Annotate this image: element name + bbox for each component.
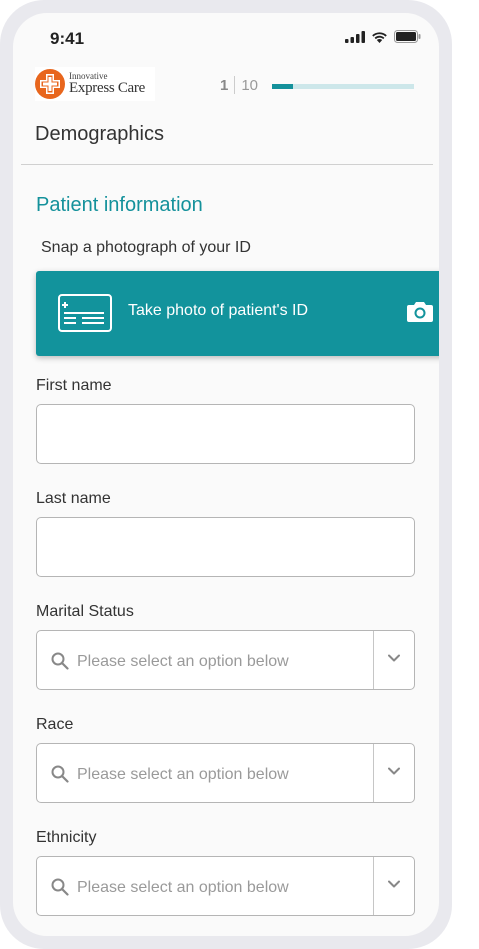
section-title: Patient information xyxy=(36,194,203,216)
first-name-label: First name xyxy=(36,377,112,394)
progress-bar-fill xyxy=(272,84,294,89)
ethnicity-select[interactable]: Please select an option below xyxy=(36,856,415,916)
camera-icon xyxy=(407,302,433,322)
select-divider xyxy=(373,631,374,689)
marital-status-placeholder: Please select an option below xyxy=(77,653,289,670)
header-divider xyxy=(21,164,433,165)
logo-bottom-text: Express Care xyxy=(69,80,145,96)
chevron-down-icon[interactable] xyxy=(388,654,400,662)
logo-cross-icon xyxy=(35,69,65,99)
progress-separator xyxy=(234,76,236,94)
id-card-icon xyxy=(58,294,112,332)
last-name-label: Last name xyxy=(36,490,111,507)
search-icon xyxy=(51,878,69,896)
race-placeholder: Please select an option below xyxy=(77,766,289,783)
status-icons xyxy=(345,30,421,43)
wifi-icon xyxy=(372,31,387,43)
signal-icon xyxy=(345,30,365,43)
first-name-input[interactable] xyxy=(36,404,415,464)
search-icon xyxy=(51,652,69,670)
page-title: Demographics xyxy=(35,123,164,145)
race-label: Race xyxy=(36,716,74,733)
take-id-photo-button[interactable]: Take photo of patient's ID xyxy=(36,271,439,356)
select-divider xyxy=(373,857,374,915)
progress-total: 10 xyxy=(241,76,259,94)
status-time: 9:41 xyxy=(50,29,85,48)
app-screen: 9:41 Innovative Express Care 1 10 Demogr… xyxy=(13,13,439,936)
search-icon xyxy=(51,765,69,783)
marital-status-select[interactable]: Please select an option below xyxy=(36,630,415,690)
snap-id-label: Snap a photograph of your ID xyxy=(41,239,251,256)
step-progress: 1 10 xyxy=(220,76,414,94)
ethnicity-placeholder: Please select an option below xyxy=(77,879,289,896)
select-divider xyxy=(373,744,374,802)
battery-icon xyxy=(394,30,421,43)
brand-logo: Innovative Express Care xyxy=(35,67,155,101)
chevron-down-icon[interactable] xyxy=(388,767,400,775)
last-name-input[interactable] xyxy=(36,517,415,577)
progress-bar xyxy=(272,84,414,89)
progress-current: 1 xyxy=(220,76,229,94)
take-id-photo-label: Take photo of patient's ID xyxy=(128,302,309,319)
ethnicity-label: Ethnicity xyxy=(36,829,97,846)
chevron-down-icon[interactable] xyxy=(388,880,400,888)
race-select[interactable]: Please select an option below xyxy=(36,743,415,803)
marital-status-label: Marital Status xyxy=(36,603,134,620)
